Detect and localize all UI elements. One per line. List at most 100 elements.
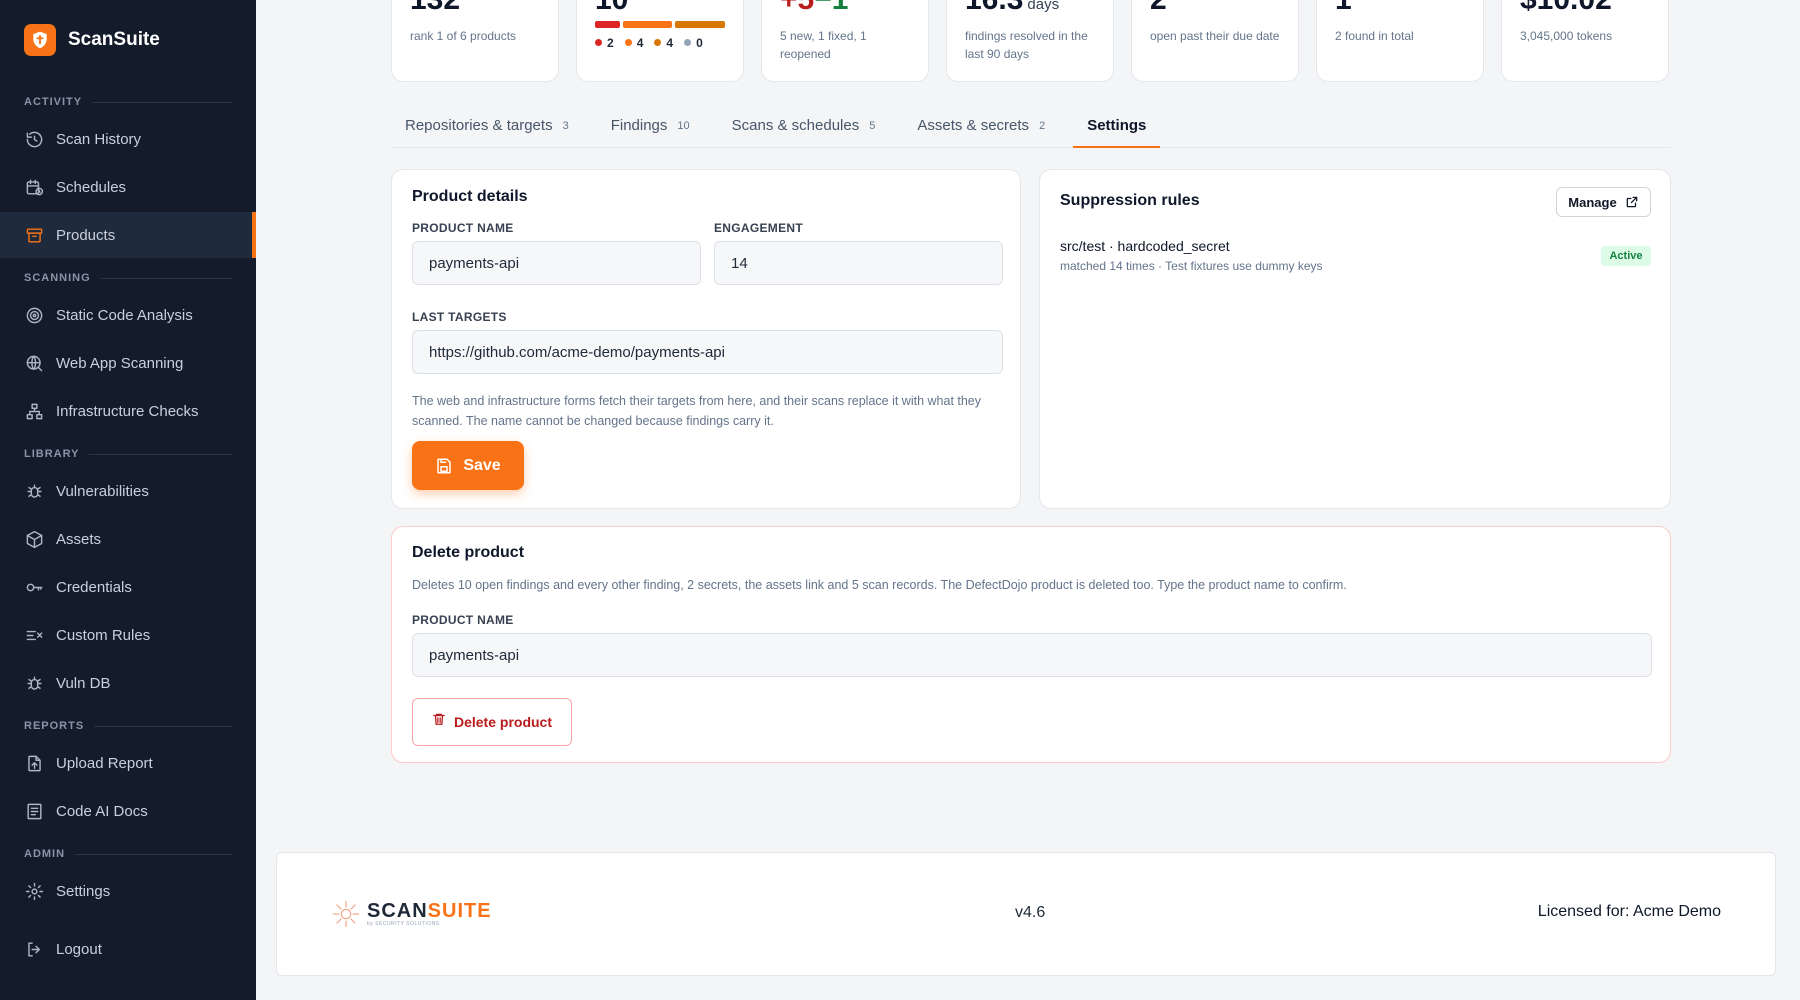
tab-findings[interactable]: Findings 10: [597, 110, 704, 147]
document-icon: [24, 801, 44, 821]
stat-value: $10.02: [1520, 0, 1650, 15]
help-text: The web and infrastructure forms fetch t…: [412, 394, 982, 428]
tab-assets-secrets[interactable]: Assets & secrets 2: [903, 110, 1059, 147]
stat-subtext: 3,045,000 tokens: [1520, 29, 1613, 43]
sidebar-item-label: Web App Scanning: [56, 354, 184, 372]
product-name-field[interactable]: [412, 241, 701, 285]
target-icon: [24, 305, 44, 325]
sidebar-item-infrastructure-checks[interactable]: Infrastructure Checks: [0, 388, 256, 434]
section-label: SCANNING: [24, 272, 91, 284]
sidebar-item-label: Static Code Analysis: [56, 306, 193, 324]
sidebar-item-label: Credentials: [56, 578, 132, 596]
cube-icon: [24, 529, 44, 549]
section-label: ADMIN: [24, 848, 66, 860]
trend-new: +5: [780, 0, 814, 16]
stat-subtext: findings resolved in the last 90 days: [965, 29, 1088, 61]
stat-value: 132: [410, 0, 540, 15]
sidebar-item-assets[interactable]: Assets: [0, 516, 256, 562]
engagement-field[interactable]: [714, 241, 1003, 285]
suppression-rules-card: Suppression rules Manage src/test · hard…: [1039, 169, 1671, 509]
severity-bar: [595, 21, 725, 28]
rule-title: src/test · hardcoded_secret: [1060, 238, 1230, 254]
sidebar-item-products[interactable]: Products: [0, 212, 256, 258]
tab-settings[interactable]: Settings: [1073, 110, 1161, 148]
confirm-product-name-field[interactable]: [412, 633, 1652, 677]
stat-card-open-findings: 10 2 4 4 0: [576, 0, 744, 82]
sidebar-item-vulnerabilities[interactable]: Vulnerabilities: [0, 468, 256, 514]
sidebar-item-label: Assets: [56, 530, 102, 548]
logout-icon: [24, 939, 44, 959]
brand-name: ScanSuite: [68, 29, 160, 50]
sidebar-item-scan-history[interactable]: Scan History: [0, 116, 256, 162]
engagement-label: ENGAGEMENT: [714, 221, 804, 235]
sidebar-item-label: Code AI Docs: [56, 802, 148, 820]
sidebar-item-label: Settings: [56, 882, 111, 900]
delete-product-button[interactable]: Delete product: [412, 698, 572, 746]
network-icon: [24, 401, 44, 421]
sidebar-item-static-code-analysis[interactable]: Static Code Analysis: [0, 292, 256, 338]
severity-bar-critical: [595, 21, 620, 28]
tab-repositories-targets[interactable]: Repositories & targets 3: [391, 110, 583, 147]
sidebar-item-label: Upload Report: [56, 754, 153, 772]
trend-fixed: −1: [814, 0, 848, 16]
manage-button[interactable]: Manage: [1556, 187, 1651, 217]
tab-count: 10: [677, 120, 690, 132]
sidebar-item-settings[interactable]: Settings: [0, 868, 256, 914]
sidebar-item-logout[interactable]: Logout: [0, 926, 256, 972]
sidebar-item-schedules[interactable]: Schedules: [0, 164, 256, 210]
sidebar-item-web-app-scanning[interactable]: Web App Scanning: [0, 340, 256, 386]
archive-box-icon: [24, 225, 44, 245]
bug-database-icon: [24, 673, 44, 693]
stat-card-cost: $10.02 3,045,000 tokens: [1501, 0, 1669, 82]
sidebar-item-vuln-db[interactable]: Vuln DB: [0, 660, 256, 706]
stat-value: 16.3days: [965, 0, 1095, 15]
save-label: Save: [463, 456, 501, 474]
tab-count: 3: [562, 120, 569, 132]
sidebar-item-code-ai-docs[interactable]: Code AI Docs: [0, 788, 256, 834]
last-targets-field[interactable]: [412, 330, 1003, 374]
footer-logo: SCANSUITE by SECURITY SOLUTIONS: [331, 899, 492, 929]
product-name-label: PRODUCT NAME: [412, 221, 514, 235]
globe-search-icon: [24, 353, 44, 373]
status-badge: Active: [1601, 246, 1651, 266]
card-title: Product details: [412, 188, 528, 205]
gear-icon: [24, 881, 44, 901]
section-label: REPORTS: [24, 720, 85, 732]
severity-bar-medium: [675, 21, 725, 28]
sidebar-item-label: Logout: [56, 940, 102, 958]
sidebar-item-custom-rules[interactable]: Custom Rules: [0, 612, 256, 658]
sidebar-item-label: Schedules: [56, 178, 127, 196]
card-title: Suppression rules: [1060, 192, 1200, 209]
product-details-card: Product details PRODUCT NAME ENGAGEMENT …: [391, 169, 1021, 509]
severity-bar-high: [622, 21, 673, 28]
severity-high: 4: [624, 36, 643, 50]
delete-product-card: Delete product Deletes 10 open findings …: [391, 526, 1671, 763]
calendar-clock-icon: [24, 177, 44, 197]
severity-critical: 2: [595, 36, 614, 50]
card-title: Delete product: [412, 544, 525, 561]
delete-label: Delete product: [453, 714, 552, 730]
severity-medium: 4: [654, 36, 673, 50]
license-text: Licensed for: Acme Demo: [1537, 903, 1721, 920]
trash-icon: [432, 711, 446, 727]
severity-low: 0: [684, 36, 703, 50]
confirm-product-name-label: PRODUCT NAME: [412, 613, 514, 627]
brand[interactable]: ScanSuite: [0, 0, 256, 80]
stat-card-overdue: 2 open past their due date: [1131, 0, 1299, 82]
last-targets-label: LAST TARGETS: [412, 310, 507, 324]
sidebar-item-label: Custom Rules: [56, 626, 151, 644]
stat-unit: days: [1027, 0, 1060, 13]
stat-card-trend: +5−1 5 new, 1 fixed, 1 reopened: [761, 0, 929, 82]
rule-meta: matched 14 times · Test fixtures use dum…: [1060, 259, 1323, 273]
sidebar-item-credentials[interactable]: Credentials: [0, 564, 256, 610]
sidebar-item-upload-report[interactable]: Upload Report: [0, 740, 256, 786]
save-button[interactable]: Save: [412, 441, 524, 490]
save-icon: [435, 457, 453, 475]
tab-scans-schedules[interactable]: Scans & schedules 5: [718, 110, 890, 147]
sidebar-item-label: Infrastructure Checks: [56, 402, 199, 420]
suppression-rule-item[interactable]: src/test · hardcoded_secret matched 14 t…: [1060, 238, 1651, 278]
history-icon: [24, 129, 44, 149]
sidebar-item-label: Vulnerabilities: [56, 482, 149, 500]
section-label: ACTIVITY: [24, 96, 83, 108]
file-upload-icon: [24, 753, 44, 773]
